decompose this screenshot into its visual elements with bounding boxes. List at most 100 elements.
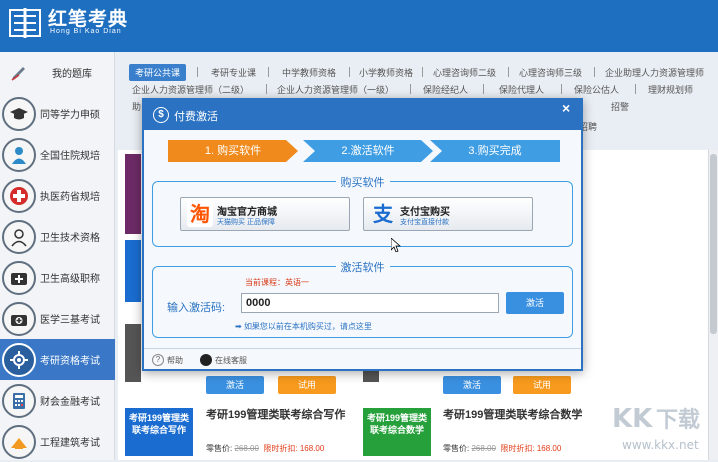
tab-insurance-broker[interactable]: 保险经纪人 [423, 83, 468, 96]
tab-insurance-agent[interactable]: 保险代理人 [499, 83, 544, 96]
help-icon: ? [152, 354, 164, 366]
sidebar-item-residency[interactable]: 全国住院规培 [0, 134, 115, 175]
sidebar-item-finance[interactable]: 财会金融考试 [0, 380, 115, 421]
taobao-sublabel: 天猫购买 正品保障 [217, 219, 275, 226]
sidebar-item-my-bank[interactable]: 我的题库 [0, 52, 115, 93]
tab-public-course[interactable]: 考研公共课 [129, 64, 187, 81]
sidebar-item-medical-basics[interactable]: 医学三基考试 [0, 298, 115, 339]
sidebar-item-label: 财会金融考试 [40, 397, 100, 408]
app-header: 红笔考典 Hong Bi Kao Dian [0, 0, 718, 52]
tab-divider [197, 67, 198, 77]
tab-hr-assistant[interactable]: 企业助理人力资源管理师 [605, 66, 704, 79]
qq-penguin-icon [200, 354, 212, 366]
sidebar-item-label: 全国住院规培 [40, 151, 100, 162]
sidebar-item-postgrad[interactable]: 考研资格考试 [0, 339, 115, 380]
gear-network-icon [2, 342, 36, 377]
doctor-icon [2, 137, 36, 172]
graduation-cap-icon [2, 96, 36, 131]
restore-purchase-link[interactable]: ➡ 如果您以前在本机购买过，请点这里 [235, 321, 372, 332]
sidebar-item-equivalent-degree[interactable]: 同等学力申硕 [0, 93, 115, 134]
alipay-label: 支付宝购买 [400, 207, 450, 218]
course-price: 零售价: 268.00 限时折扣: 168.00 [443, 444, 562, 453]
course-price: 零售价: 268.00 限时折扣: 168.00 [206, 444, 325, 453]
tab-divider [561, 84, 562, 94]
tab-primary-teacher[interactable]: 小学教师资格 [359, 66, 413, 79]
dialog-footer: ? 帮助 在线客服 [144, 348, 581, 369]
tab-major-course[interactable]: 考研专业课 [211, 66, 256, 79]
dialog-title: 付费激活 [174, 111, 218, 123]
activate-button[interactable]: 激活 [443, 376, 501, 394]
tab-psych-level2[interactable]: 心理咨询师二级 [433, 66, 496, 79]
activation-code-input[interactable] [241, 293, 499, 313]
svg-text:淘: 淘 [190, 202, 210, 226]
activate-section-title: 激活软件 [335, 262, 390, 274]
buy-section-title: 购买软件 [335, 177, 390, 189]
tab-divider [483, 84, 484, 94]
activate-submit-button[interactable]: 激活 [506, 292, 564, 314]
sidebar-item-label: 医学三基考试 [40, 315, 100, 326]
nurse-icon [2, 219, 36, 254]
pencil-icon [2, 56, 36, 90]
tab-divider [268, 67, 269, 77]
alipay-button[interactable]: 支 支付宝购买 支付宝直接付款 [363, 197, 533, 231]
sidebar-item-label: 我的题库 [52, 69, 92, 80]
step-activate: 2.激活软件 [303, 140, 433, 162]
medical-bag-icon [2, 301, 36, 336]
watermark-logo: KK 下载 www.kkx.net [612, 404, 700, 452]
alipay-icon: 支 [373, 202, 394, 226]
course-tile[interactable]: 考研199管理类联考综合写作 [125, 408, 193, 456]
tab-insurance-adjuster[interactable]: 保险公估人 [574, 83, 619, 96]
svg-text:www.kkx.net: www.kkx.net [622, 438, 699, 452]
activate-section: 激活软件 当前课程：英语一 输入激活码: 激活 ➡ 如果您以前在本机购买过，请点… [152, 262, 573, 338]
activate-button[interactable]: 激活 [206, 376, 264, 394]
svg-text:下载: 下载 [656, 407, 700, 433]
step-done: 3.购买完成 [430, 140, 560, 162]
payment-activation-dialog: $ 付费激活 × 1. 购买软件 2.激活软件 3.购买完成 购买软件 淘 淘宝… [142, 98, 583, 371]
tab-divider [635, 84, 636, 94]
close-button[interactable]: × [562, 100, 570, 116]
online-service-link[interactable]: 在线客服 [200, 354, 247, 366]
sidebar: 我的题库 同等学力申硕 全国住院规培 执医药省规培 卫生技术资格 卫生高级职称 [0, 52, 115, 460]
sidebar-item-label: 工程建筑考试 [40, 438, 100, 449]
taobao-button[interactable]: 淘 淘宝官方商城 天猫购买 正品保障 [180, 197, 350, 231]
sidebar-item-health-tech[interactable]: 卫生技术资格 [0, 216, 115, 257]
tab-psych-level3[interactable]: 心理咨询师三级 [519, 66, 582, 79]
trial-button[interactable]: 试用 [513, 376, 571, 394]
tab-middle-teacher[interactable]: 中学教师资格 [282, 66, 336, 79]
tab-hr-level2[interactable]: 企业人力资源管理师（二级） [132, 83, 249, 96]
help-link[interactable]: ? 帮助 [152, 354, 183, 366]
first-aid-kit-icon [2, 260, 36, 295]
tab-financial-planner[interactable]: 理财规划师 [648, 83, 693, 96]
alipay-sublabel: 支付宝直接付款 [400, 219, 449, 226]
dialog-header: $ 付费激活 × [144, 100, 581, 130]
sidebar-item-medical-license[interactable]: 执医药省规培 [0, 175, 115, 216]
trial-button[interactable]: 试用 [278, 376, 336, 394]
tab-partial-left[interactable]: 助 [132, 100, 141, 113]
arrow-right-icon: ➡ [235, 322, 242, 331]
course-tile[interactable]: 考研199管理类联考综合数学 [363, 408, 431, 456]
course-title[interactable]: 考研199管理类联考综合写作 [206, 408, 366, 423]
calculator-icon [2, 383, 36, 418]
svg-text:KK: KK [612, 404, 653, 434]
tab-divider [422, 67, 423, 77]
sidebar-item-label: 卫生高级职称 [40, 274, 100, 285]
svg-text:支: 支 [373, 202, 394, 226]
dollar-icon: $ [153, 107, 169, 123]
sidebar-item-label: 考研资格考试 [40, 356, 100, 367]
course-cover [125, 240, 141, 302]
taobao-label: 淘宝官方商城 [217, 207, 277, 218]
scroll-thumb[interactable] [710, 154, 717, 334]
logo-title: 红笔考典 [48, 9, 129, 30]
sidebar-item-engineering[interactable]: 工程建筑考试 [0, 421, 115, 462]
step-buy: 1. 购买软件 [168, 140, 298, 162]
tab-police[interactable]: 招警 [611, 100, 629, 113]
sidebar-item-label: 同等学力申硕 [40, 110, 100, 121]
course-title[interactable]: 考研199管理类联考综合数学 [443, 408, 603, 423]
buy-section: 购买软件 淘 淘宝官方商城 天猫购买 正品保障 支 支付宝购买 支付宝直接付款 [152, 177, 573, 247]
sidebar-item-label: 执医药省规培 [40, 192, 100, 203]
tab-hr-level1[interactable]: 企业人力资源管理师（一级） [277, 83, 394, 96]
sidebar-item-senior-title[interactable]: 卫生高级职称 [0, 257, 115, 298]
tab-divider [349, 67, 350, 77]
tab-divider [594, 67, 595, 77]
activation-code-label: 输入激活码: [167, 302, 226, 314]
